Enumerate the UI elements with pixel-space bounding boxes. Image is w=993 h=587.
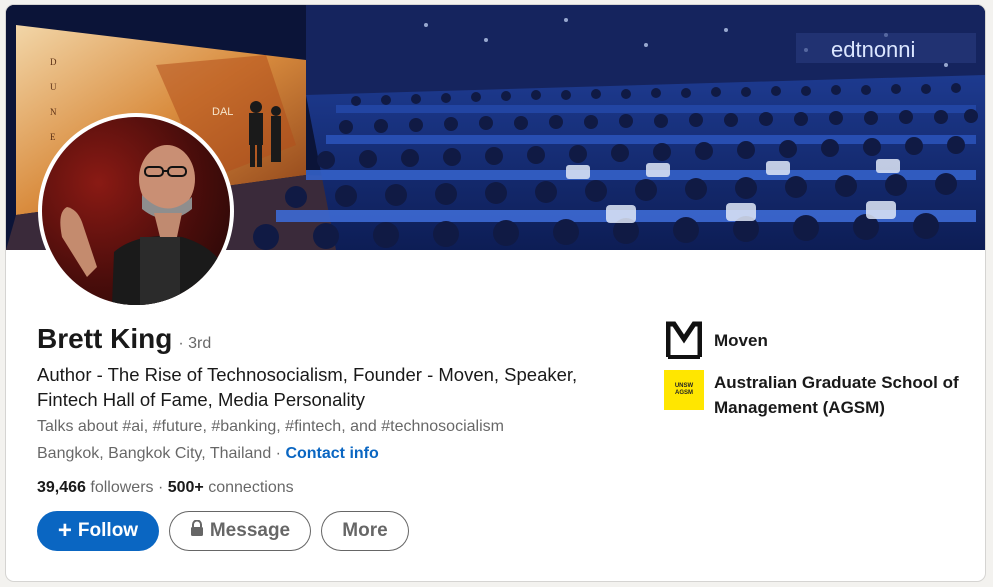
signage-text: edtnonni xyxy=(831,37,915,62)
org-name-agsm: Australian Graduate School of Management… xyxy=(714,373,959,417)
stats-separator: · xyxy=(153,479,168,496)
stage-letter: N xyxy=(50,107,57,117)
stage-letter: U xyxy=(50,82,57,92)
moven-logo-icon xyxy=(664,320,704,360)
message-button[interactable]: Message xyxy=(169,511,311,551)
more-label: More xyxy=(342,520,388,541)
plus-icon: + xyxy=(57,517,72,544)
profile-headline: Author - The Rise of Technosocialism, Fo… xyxy=(37,364,578,410)
message-label: Message xyxy=(209,520,291,541)
connections-label[interactable]: connections xyxy=(204,479,293,496)
location-row: Bangkok, Bangkok City, Thailand · Contac… xyxy=(37,445,379,463)
follow-button[interactable]: + Follow xyxy=(37,511,159,551)
more-button[interactable]: More xyxy=(321,511,409,551)
connection-degree: · 3rd xyxy=(178,335,212,352)
location-separator: · xyxy=(271,445,286,462)
profile-photo[interactable] xyxy=(38,113,234,309)
followers-label: followers xyxy=(85,479,154,496)
stage-caption: DAL xyxy=(212,106,233,118)
person-portrait-illustration xyxy=(60,145,230,305)
name-row: Brett King · 3rd xyxy=(37,323,211,355)
location-text: Bangkok, Bangkok City, Thailand xyxy=(37,445,272,462)
followers-count: 39,466 xyxy=(37,479,86,496)
follow-label: Follow xyxy=(77,520,139,541)
unsw-agsm-logo-icon: UNSW AGSM xyxy=(664,370,704,410)
agsm-logo-text: UNSW xyxy=(674,383,694,389)
org-agsm[interactable]: UNSW AGSM Australian Graduate School of … xyxy=(664,370,964,420)
network-stats: 39,466 followers · 500+ connections xyxy=(37,479,294,497)
profile-card: D U N E DAL edtnonni Brett King · 3rd Au… xyxy=(6,5,985,581)
contact-info-link[interactable]: Contact info xyxy=(285,445,378,462)
lock-icon xyxy=(190,519,204,542)
org-moven[interactable]: Moven xyxy=(664,320,964,360)
stage-letter: D xyxy=(50,57,57,67)
avatar xyxy=(42,117,230,305)
stage-letter: E xyxy=(50,132,56,142)
connections-count[interactable]: 500+ xyxy=(168,479,204,496)
org-name-moven: Moven xyxy=(714,331,768,350)
agsm-logo-text: AGSM xyxy=(675,390,693,396)
talks-about: Talks about #ai, #future, #banking, #fin… xyxy=(37,418,504,435)
profile-name: Brett King xyxy=(37,323,173,354)
